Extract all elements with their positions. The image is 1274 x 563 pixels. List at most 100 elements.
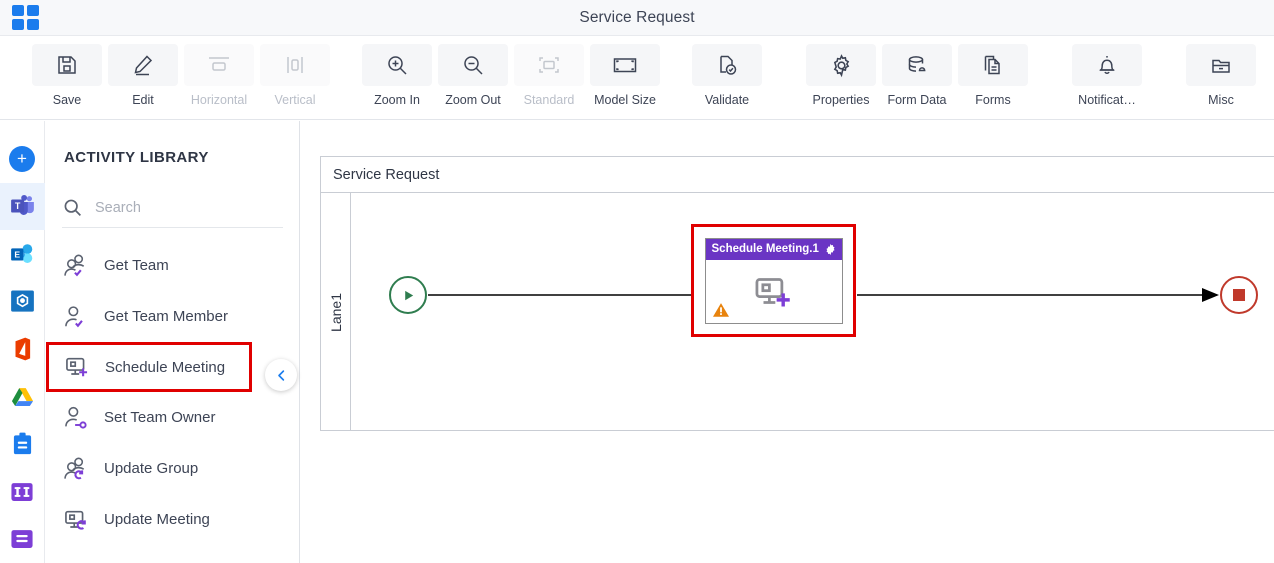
screen-plus-icon — [751, 271, 797, 313]
search-input[interactable] — [95, 199, 265, 216]
lines-icon — [11, 530, 33, 549]
edit-button[interactable]: Edit — [106, 36, 180, 107]
misc-label: Misc — [1208, 93, 1234, 107]
person-check-icon — [62, 228, 90, 229]
svg-text:T: T — [14, 201, 20, 211]
lane: Lane1 Schedule Meeting.1 — [321, 193, 1274, 431]
grid-square — [27, 5, 39, 16]
model-size-button[interactable]: Model Size — [588, 36, 662, 107]
rail-item-microsoft-exchange[interactable]: E — [0, 230, 45, 278]
save-label: Save — [52, 93, 82, 107]
task-body — [706, 260, 842, 323]
edit-pencil-icon — [108, 44, 178, 86]
standard-size-icon — [514, 44, 584, 86]
forms-label: Forms — [975, 93, 1011, 107]
rail-item-list-app[interactable] — [0, 516, 45, 563]
list-item-label: Schedule Meeting — [105, 358, 226, 376]
zoom-out-button[interactable]: Zoom Out — [436, 36, 510, 107]
office-icon — [15, 337, 31, 361]
app-grid-icon[interactable] — [12, 5, 40, 31]
collapse-panel-button[interactable] — [265, 359, 297, 391]
rail-item-sharepoint[interactable] — [0, 278, 45, 326]
screen-plus-icon — [63, 353, 91, 381]
list-item-label: Get Team — [104, 257, 169, 274]
process-pool: Service Request Lane1 Schedule Meeting.1 — [320, 156, 1274, 431]
list-item-get-team-member[interactable]: Get Team Member — [46, 291, 299, 342]
zoom-in-label: Zoom In — [374, 93, 420, 107]
end-event[interactable] — [1220, 276, 1258, 314]
list-item-get-team[interactable]: Get Team — [46, 240, 299, 291]
list-item-schedule-meeting[interactable]: Schedule Meeting — [46, 342, 252, 392]
task-header: Schedule Meeting.1 — [705, 238, 842, 260]
validate-label: Validate — [704, 93, 750, 107]
folder-icon — [1186, 44, 1256, 86]
horizontal-align-icon — [184, 44, 254, 86]
grid-square — [12, 19, 24, 30]
list-item-label: Set Team Owner — [104, 409, 216, 426]
lane-label: Lane1 — [321, 193, 351, 431]
rail-item-microsoft-office[interactable] — [0, 325, 45, 373]
document-icon — [958, 44, 1028, 86]
exchange-icon: E — [10, 244, 32, 263]
activity-list-scroll-clip: Get Team — [46, 228, 299, 240]
activity-library-panel: ACTIVITY LIBRARY Get — [46, 121, 300, 563]
bell-icon — [1072, 44, 1142, 86]
misc-button[interactable]: Misc — [1184, 36, 1258, 107]
search-row — [62, 188, 283, 228]
diagram-canvas[interactable]: Service Request Lane1 Schedule Meeting.1 — [300, 121, 1274, 563]
application-window: Service Request Save Edit Horizontal Ver… — [0, 0, 1274, 563]
validate-button[interactable]: Validate — [690, 36, 764, 107]
properties-button[interactable]: Properties — [804, 36, 878, 107]
lane-body[interactable]: Schedule Meeting.1 — [351, 193, 1274, 431]
gear-icon[interactable] — [824, 243, 837, 256]
forms-button[interactable]: Forms — [956, 36, 1030, 107]
rail-item-jira[interactable] — [0, 468, 45, 516]
play-icon — [401, 288, 416, 303]
list-item-set-team-owner[interactable]: Set Team Owner — [46, 392, 299, 443]
form-data-label: Form Data — [887, 93, 947, 107]
horizontal-align-label: Horizontal — [190, 93, 248, 107]
zoom-in-icon — [362, 44, 432, 86]
rail-item-planner[interactable] — [0, 420, 45, 468]
grid-square — [27, 19, 39, 30]
task-schedule-meeting[interactable]: Schedule Meeting.1 — [704, 237, 843, 324]
stop-square-icon — [1233, 289, 1245, 301]
svg-text:E: E — [14, 249, 20, 259]
list-item-update-group[interactable]: Update Group — [46, 443, 299, 494]
person-key-icon — [62, 404, 90, 432]
save-button[interactable]: Save — [30, 36, 104, 107]
standard-size-button[interactable]: Standard — [512, 36, 586, 107]
rail-item-google-drive[interactable] — [0, 373, 45, 421]
form-data-button[interactable]: Form Data — [880, 36, 954, 107]
teams-icon: T — [10, 195, 34, 216]
model-size-icon — [590, 44, 660, 86]
warning-triangle-icon — [712, 302, 730, 318]
zoom-out-label: Zoom Out — [445, 93, 501, 107]
list-item-update-meeting[interactable]: Update Meeting — [46, 494, 299, 545]
chevron-left-icon — [274, 368, 289, 383]
two-person-check-icon — [62, 252, 90, 280]
task-selection-frame[interactable]: Schedule Meeting.1 — [691, 224, 856, 337]
list-item-label: Get Team Member — [104, 308, 228, 325]
list-item-partial[interactable]: Get Team — [46, 228, 299, 240]
google-drive-icon — [11, 387, 33, 406]
gear-icon — [806, 44, 876, 86]
toolbar: Save Edit Horizontal Vertical Zoom In Zo… — [0, 36, 1274, 120]
plus-circle-icon: + — [9, 145, 35, 172]
list-item-label: Update Group — [104, 460, 199, 477]
list-item-label: Update Meeting — [104, 511, 210, 528]
grid-square — [12, 5, 24, 16]
start-event[interactable] — [389, 276, 427, 314]
zoom-in-button[interactable]: Zoom In — [360, 36, 434, 107]
database-icon — [882, 44, 952, 86]
horizontal-align-button[interactable]: Horizontal — [182, 36, 256, 107]
vertical-align-icon — [260, 44, 330, 86]
add-connector-button[interactable]: + — [0, 135, 45, 183]
vertical-align-button[interactable]: Vertical — [258, 36, 332, 107]
rail-item-microsoft-teams[interactable]: T — [0, 182, 45, 231]
columns-icon — [11, 482, 33, 501]
person-check-icon — [62, 303, 90, 331]
notifications-button[interactable]: Notificat… — [1070, 36, 1144, 107]
zoom-out-icon — [438, 44, 508, 86]
model-size-label: Model Size — [594, 93, 656, 107]
